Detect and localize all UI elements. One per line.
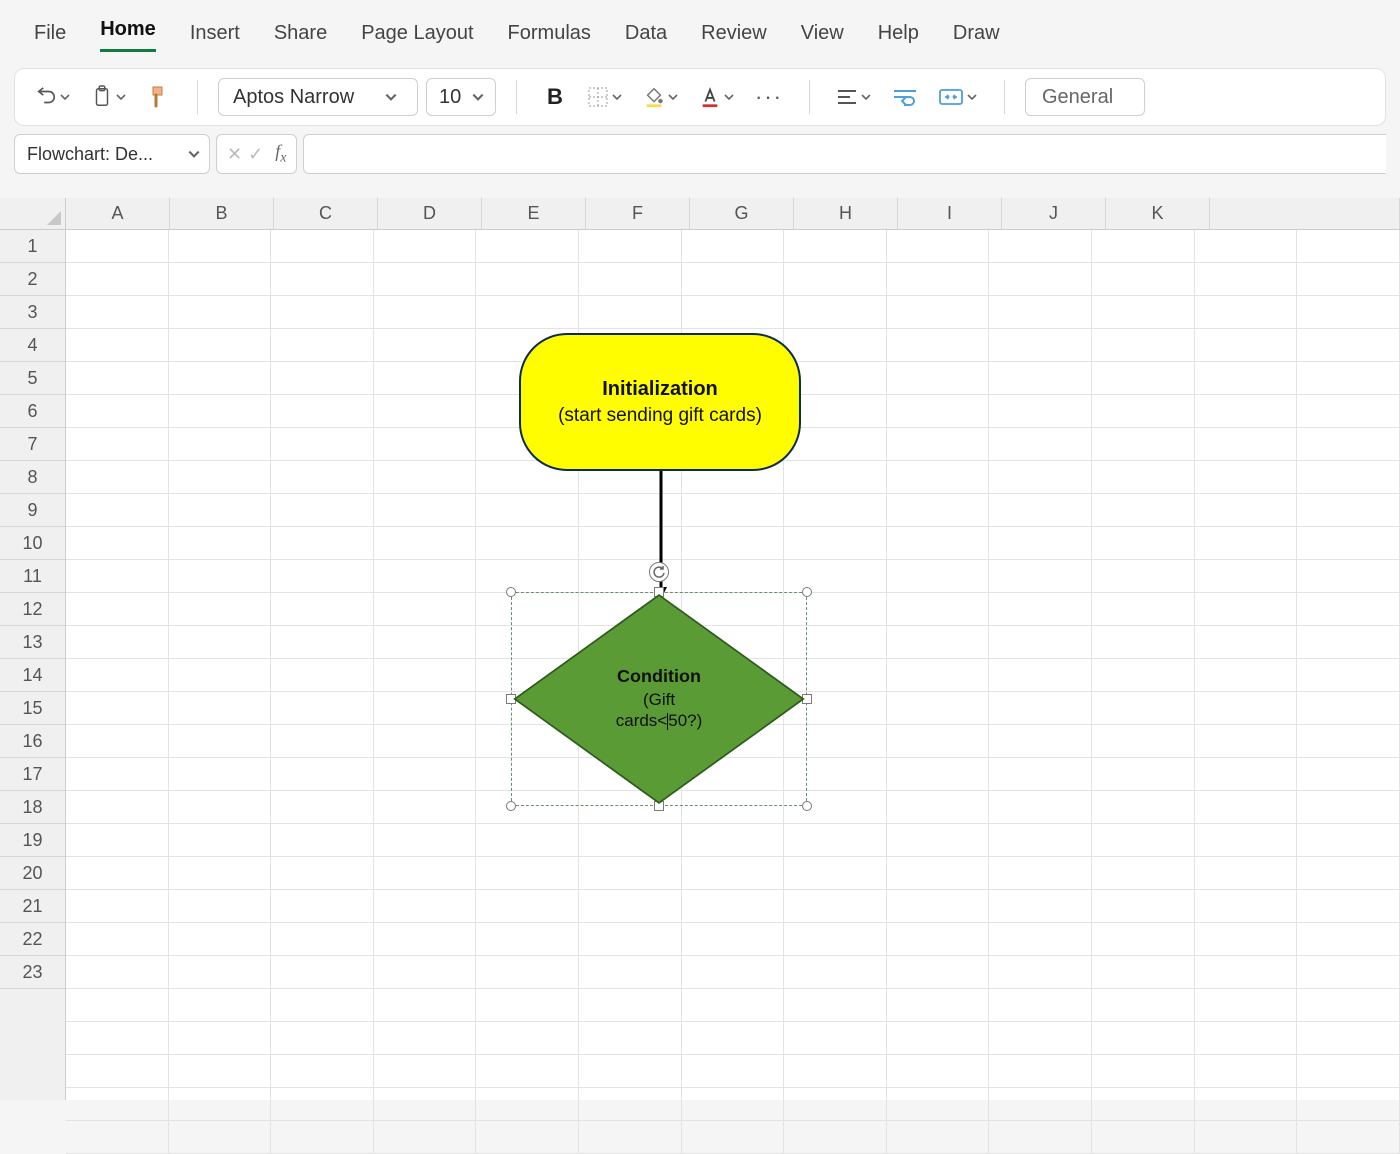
column-header[interactable]: K [1106,198,1210,229]
tab-file[interactable]: File [34,18,66,49]
row-header[interactable]: 19 [0,824,65,857]
name-box[interactable]: Flowchart: De... [14,134,210,174]
row-header[interactable]: 18 [0,791,65,824]
row-header[interactable]: 3 [0,296,65,329]
row-header[interactable]: 9 [0,494,65,527]
font-size-value: 10 [439,86,461,109]
column-header[interactable]: C [274,198,378,229]
chevron-down-icon [384,90,398,104]
row-header[interactable]: 22 [0,923,65,956]
tab-page-layout[interactable]: Page Layout [361,18,473,49]
toolbar-divider [197,80,198,114]
row-header[interactable]: 2 [0,263,65,296]
toolbar-divider [809,80,810,114]
chevron-down-icon [187,147,201,161]
toolbar-divider [516,80,517,114]
row-header[interactable]: 10 [0,527,65,560]
toolbar: Aptos Narrow 10 B ··· [14,68,1386,126]
column-header[interactable]: G [690,198,794,229]
accept-formula-button[interactable]: ✓ [248,144,263,165]
spreadsheet-grid: ABCDEFGHIJK 1234567891011121314151617181… [0,198,1400,1100]
fill-color-button[interactable] [637,78,685,116]
wrap-text-button[interactable] [886,78,924,116]
fx-icon[interactable]: fx [275,141,286,167]
row-header[interactable]: 17 [0,758,65,791]
row-header[interactable]: 23 [0,956,65,989]
formula-bar-input[interactable] [303,134,1386,174]
clipboard-button[interactable] [85,78,133,116]
borders-button[interactable] [581,78,629,116]
bold-button[interactable]: B [537,78,573,116]
formula-row: Flowchart: De... ✕ ✓ fx [14,134,1386,174]
row-header[interactable]: 13 [0,626,65,659]
tab-data[interactable]: Data [625,18,667,49]
column-header[interactable]: B [170,198,274,229]
tab-formulas[interactable]: Formulas [508,18,591,49]
tab-home[interactable]: Home [100,14,156,52]
row-header[interactable]: 11 [0,560,65,593]
select-all-corner[interactable] [0,198,66,230]
number-format-select[interactable]: General [1025,78,1145,116]
column-headers: ABCDEFGHIJK [66,198,1400,230]
tab-help[interactable]: Help [878,18,919,49]
column-header[interactable]: A [66,198,170,229]
cancel-formula-button[interactable]: ✕ [227,144,242,165]
row-headers: 1234567891011121314151617181920212223 [0,230,66,1100]
undo-button[interactable] [29,78,77,116]
tab-share[interactable]: Share [274,18,327,49]
row-header[interactable]: 6 [0,395,65,428]
font-family-value: Aptos Narrow [233,86,354,109]
name-box-value: Flowchart: De... [27,144,153,165]
row-header[interactable]: 21 [0,890,65,923]
format-painter-button[interactable] [141,78,177,116]
row-header[interactable]: 12 [0,593,65,626]
row-header[interactable]: 5 [0,362,65,395]
merge-button[interactable] [932,78,984,116]
column-header[interactable]: D [378,198,482,229]
cells-area[interactable] [66,230,1400,1100]
row-header[interactable]: 16 [0,725,65,758]
align-button[interactable] [830,78,878,116]
font-color-button[interactable] [693,78,741,116]
column-header[interactable]: E [482,198,586,229]
tab-insert[interactable]: Insert [190,18,240,49]
font-size-select[interactable]: 10 [426,78,496,116]
row-header[interactable]: 4 [0,329,65,362]
row-header[interactable]: 7 [0,428,65,461]
column-header[interactable]: F [586,198,690,229]
column-header[interactable]: J [1002,198,1106,229]
column-header[interactable]: H [794,198,898,229]
row-header[interactable]: 14 [0,659,65,692]
chevron-down-icon [471,90,485,104]
toolbar-divider [1004,80,1005,114]
row-header[interactable]: 1 [0,230,65,263]
tab-review[interactable]: Review [701,18,767,49]
tab-view[interactable]: View [801,18,844,49]
row-header[interactable]: 15 [0,692,65,725]
row-header[interactable]: 8 [0,461,65,494]
formula-controls: ✕ ✓ fx [216,134,297,174]
more-font-button[interactable]: ··· [749,78,789,116]
tab-draw[interactable]: Draw [953,18,1000,49]
number-format-value: General [1042,86,1113,109]
ribbon-tabs: File Home Insert Share Page Layout Formu… [0,0,1400,62]
font-family-select[interactable]: Aptos Narrow [218,78,418,116]
row-header[interactable]: 20 [0,857,65,890]
column-header[interactable]: I [898,198,1002,229]
